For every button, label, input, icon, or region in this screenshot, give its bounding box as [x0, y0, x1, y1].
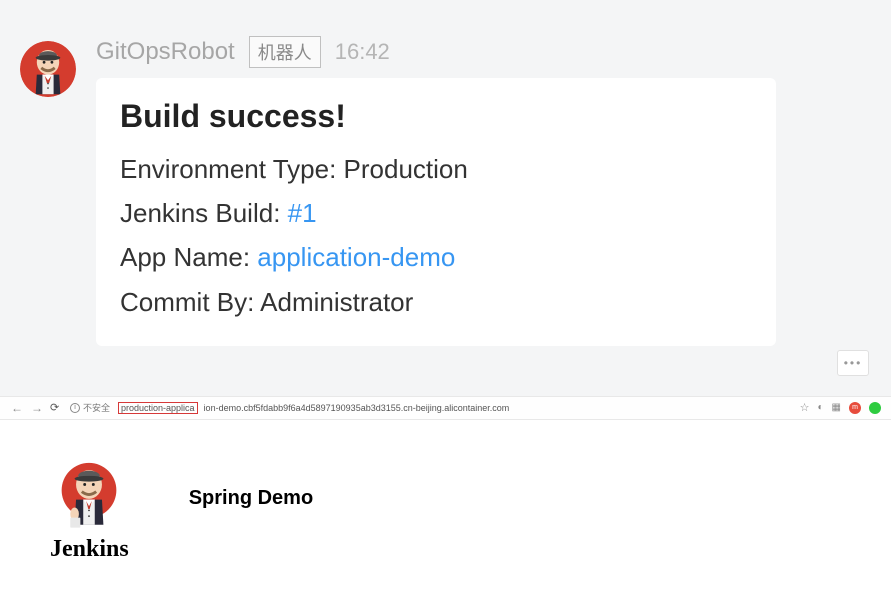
jenkins-logo-icon [53, 460, 125, 532]
url-highlighted[interactable]: production-applica [118, 402, 198, 414]
browser-actions: ☆ ◐ ▦ m [800, 401, 881, 414]
app-label: App Name: [120, 242, 257, 272]
sender-name: GitOpsRobot [96, 38, 235, 66]
back-button[interactable]: ← [10, 401, 24, 415]
sender-avatar[interactable] [20, 41, 76, 97]
build-label: Jenkins Build: [120, 198, 288, 228]
env-label: Environment Type: [120, 154, 344, 184]
message-content: GitOpsRobot 机器人 16:42 Build success! Env… [96, 36, 871, 346]
message-timestamp: 16:42 [335, 39, 390, 65]
forward-button[interactable]: → [30, 401, 44, 415]
card-title: Build success! [120, 98, 752, 135]
jenkins-logo-block: Jenkins [50, 460, 129, 563]
extension-icon-2[interactable]: ▦ [832, 402, 841, 413]
security-indicator[interactable]: i 不安全 [70, 401, 110, 414]
message-header: GitOpsRobot 机器人 16:42 [96, 36, 871, 68]
message-card[interactable]: Build success! Environment Type: Product… [96, 78, 776, 346]
refresh-button[interactable]: ⟳ [50, 401, 64, 414]
message-row: GitOpsRobot 机器人 16:42 Build success! Env… [20, 36, 871, 346]
more-icon: ••• [844, 356, 863, 370]
info-icon: i [70, 403, 80, 413]
chat-section: GitOpsRobot 机器人 16:42 Build success! Env… [0, 0, 891, 396]
app-line: App Name: application-demo [120, 235, 752, 279]
jenkins-wordmark: Jenkins [50, 536, 129, 563]
browser-address-bar: ← → ⟳ i 不安全 production-applica ion-demo.c… [0, 396, 891, 420]
url-rest[interactable]: ion-demo.cbf5fdabb9f6a4d5897190935ab3d31… [204, 403, 794, 413]
page-content: Jenkins Spring Demo [0, 420, 891, 603]
build-line: Jenkins Build: #1 [120, 191, 752, 235]
extension-icon-3[interactable]: m [849, 402, 861, 414]
app-link[interactable]: application-demo [257, 242, 455, 272]
more-button[interactable]: ••• [837, 350, 869, 376]
commit-value: Administrator [260, 287, 413, 317]
extension-icon-4[interactable] [869, 402, 881, 414]
extension-icon-1[interactable]: ◐ [818, 402, 824, 413]
env-value: Production [344, 154, 468, 184]
jenkins-icon [20, 41, 76, 97]
commit-line: Commit By: Administrator [120, 280, 752, 324]
build-link[interactable]: #1 [288, 198, 317, 228]
bookmark-icon[interactable]: ☆ [800, 401, 810, 414]
commit-label: Commit By: [120, 287, 260, 317]
page-title: Spring Demo [189, 487, 313, 510]
bot-badge: 机器人 [249, 36, 321, 68]
env-line: Environment Type: Production [120, 147, 752, 191]
insecure-text: 不安全 [83, 401, 110, 414]
